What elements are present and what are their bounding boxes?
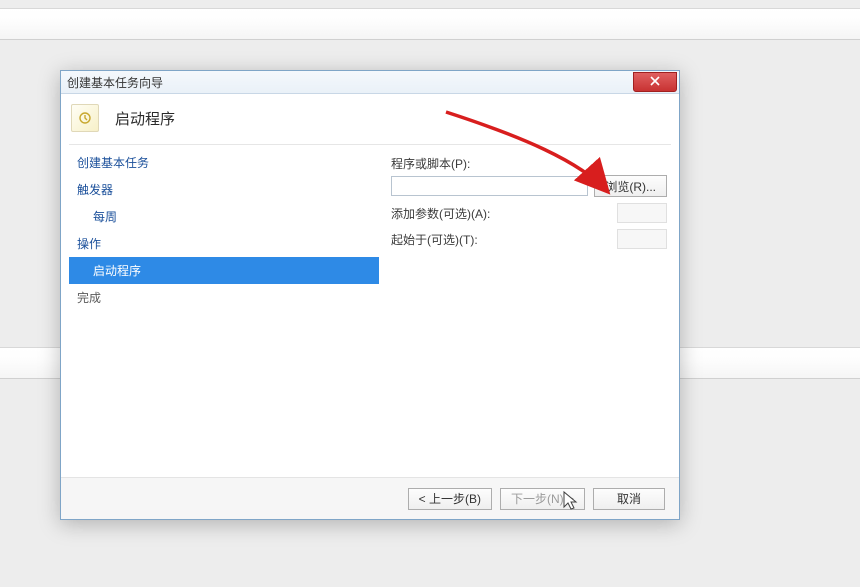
args-input[interactable] bbox=[617, 203, 667, 223]
sidebar-item-weekly[interactable]: 每周 bbox=[69, 203, 379, 230]
program-label: 程序或脚本(P): bbox=[391, 155, 667, 172]
program-input[interactable] bbox=[391, 176, 588, 196]
wizard-form: 程序或脚本(P): 浏览(R)... 添加参数(可选)(A): 起始于(可选)(… bbox=[379, 149, 671, 477]
background-toolbar-1 bbox=[0, 8, 860, 40]
startin-label: 起始于(可选)(T): bbox=[391, 231, 611, 248]
sidebar-item-trigger[interactable]: 触发器 bbox=[69, 176, 379, 203]
wizard-dialog: 创建基本任务向导 启动程序 创建基本任务 触发器 每周 操作 启动程序 完成 程… bbox=[60, 70, 680, 520]
wizard-header: 启动程序 bbox=[61, 94, 679, 142]
wizard-body: 创建基本任务 触发器 每周 操作 启动程序 完成 程序或脚本(P): 浏览(R)… bbox=[61, 149, 679, 477]
args-label: 添加参数(可选)(A): bbox=[391, 205, 611, 222]
wizard-footer: < 上一步(B) 下一步(N) > 取消 bbox=[61, 477, 679, 519]
startin-input[interactable] bbox=[617, 229, 667, 249]
sidebar-item-start-program: 启动程序 bbox=[69, 257, 379, 284]
titlebar[interactable]: 创建基本任务向导 bbox=[61, 70, 679, 94]
sidebar-item-action[interactable]: 操作 bbox=[69, 230, 379, 257]
cancel-button[interactable]: 取消 bbox=[593, 488, 665, 510]
browse-button[interactable]: 浏览(R)... bbox=[594, 175, 667, 197]
next-button: 下一步(N) > bbox=[500, 488, 585, 510]
close-icon bbox=[650, 75, 660, 89]
header-separator bbox=[69, 144, 671, 145]
close-button[interactable] bbox=[633, 72, 677, 92]
args-row: 添加参数(可选)(A): bbox=[391, 203, 667, 223]
wizard-icon bbox=[71, 104, 99, 132]
page-title: 启动程序 bbox=[115, 108, 175, 129]
sidebar-item-create-task[interactable]: 创建基本任务 bbox=[69, 149, 379, 176]
window-title: 创建基本任务向导 bbox=[67, 74, 163, 91]
startin-row: 起始于(可选)(T): bbox=[391, 229, 667, 249]
sidebar-item-finish: 完成 bbox=[69, 284, 379, 311]
program-row: 程序或脚本(P): 浏览(R)... bbox=[391, 155, 667, 197]
back-button[interactable]: < 上一步(B) bbox=[408, 488, 492, 510]
wizard-steps-sidebar: 创建基本任务 触发器 每周 操作 启动程序 完成 bbox=[69, 149, 379, 477]
